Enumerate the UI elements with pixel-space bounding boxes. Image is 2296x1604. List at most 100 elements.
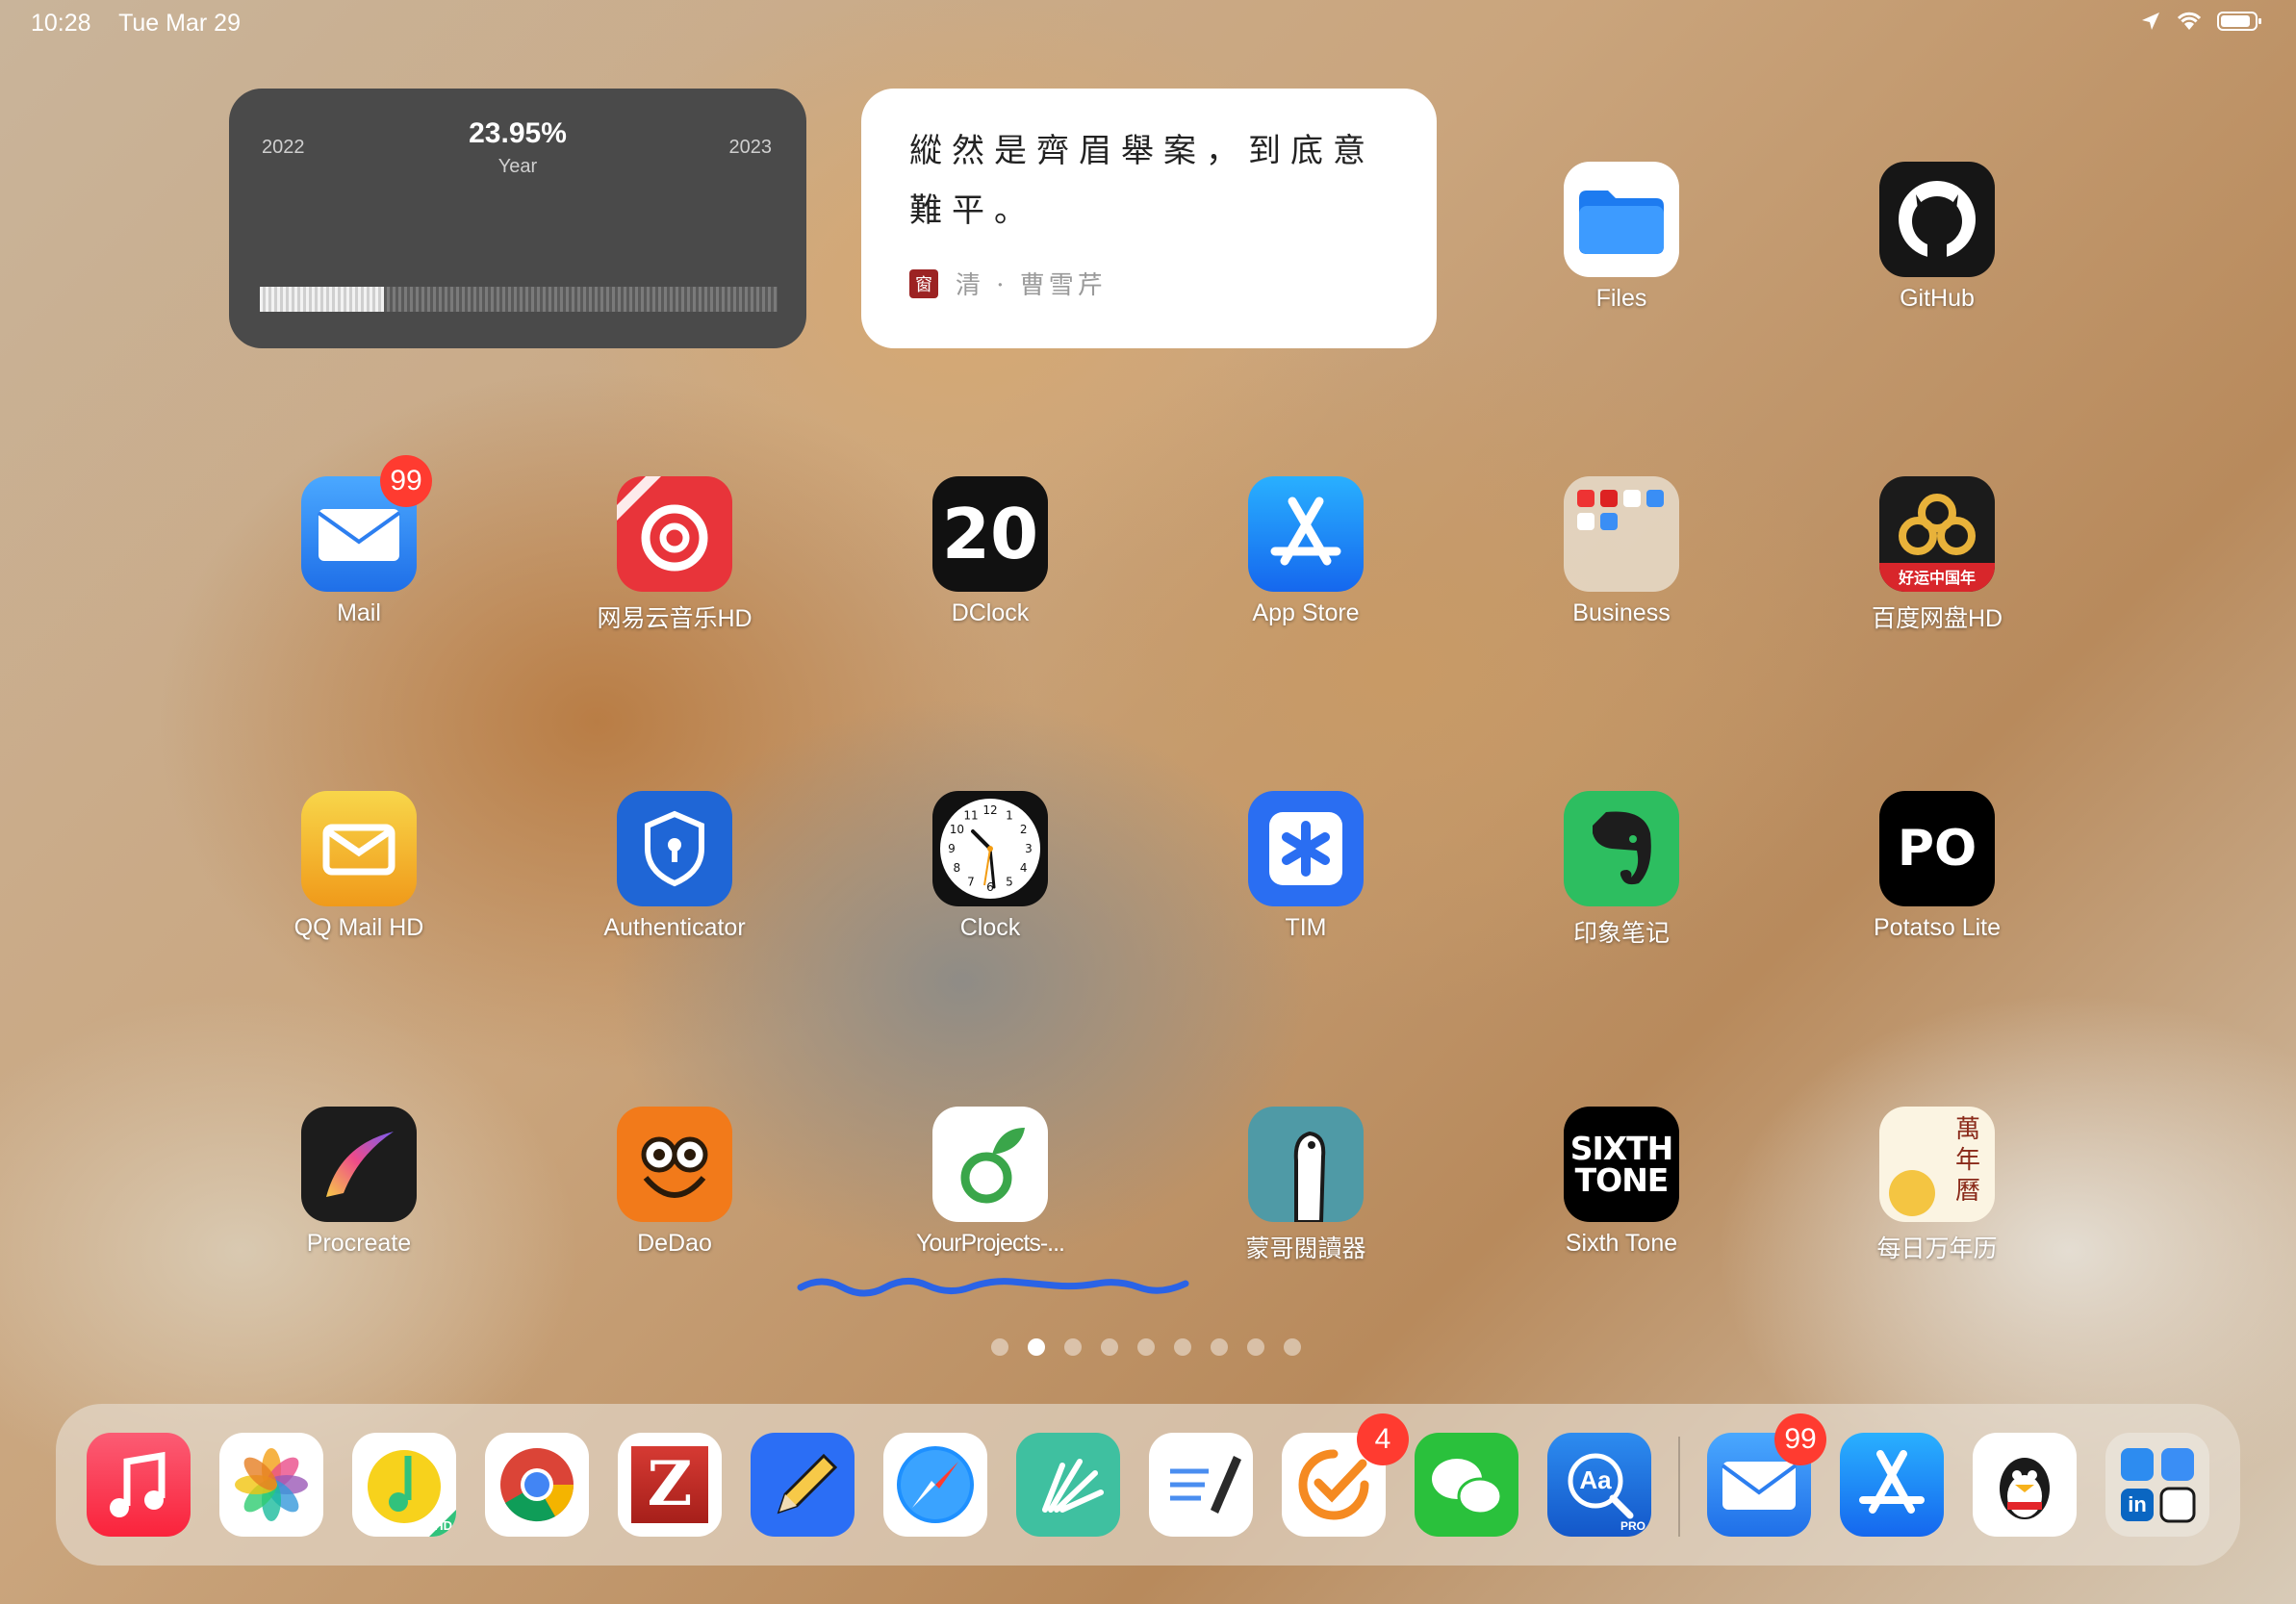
page-dot[interactable] (1247, 1338, 1264, 1356)
dock-qq-music-hd[interactable]: HD (352, 1433, 456, 1537)
dclock-glyph: 20 (941, 494, 1039, 574)
app-meerkat-reader[interactable]: 蒙哥閱讀器 (1190, 1107, 1421, 1264)
app-potatso-lite[interactable]: PO Potatso Lite (1822, 791, 2053, 942)
app-baidu-netdisk-hd[interactable]: 好运中国年 百度网盘HD (1822, 476, 2053, 634)
zotero-glyph: Z (647, 1448, 693, 1520)
baidu-netdisk-icon: 好运中国年 (1879, 476, 1995, 592)
widget-end-year: 2023 (728, 137, 773, 158)
year-progress-bar (260, 287, 778, 312)
dedao-owl-icon (617, 1107, 732, 1222)
app-label: DeDao (637, 1230, 712, 1257)
dock-music[interactable] (87, 1433, 191, 1537)
folder-business[interactable]: Business (1506, 476, 1737, 627)
page-dot[interactable] (1174, 1338, 1191, 1356)
sixth-tone-icon: SIXTH TONE (1564, 1107, 1679, 1222)
widget-percent: 23.95% (469, 117, 567, 149)
app-sixth-tone[interactable]: SIXTH TONE Sixth Tone (1506, 1107, 1737, 1258)
dock-app-library[interactable]: in (2105, 1433, 2209, 1537)
notes-pen-icon (1170, 1456, 1241, 1514)
page-dot[interactable] (1064, 1338, 1082, 1356)
app-app-store[interactable]: App Store (1190, 476, 1421, 627)
dock-separator (1678, 1437, 1680, 1537)
clock-numeral: 1 (1006, 808, 1013, 822)
dock-dictionary[interactable]: Aa PRO (1547, 1433, 1651, 1537)
app-clock[interactable]: 12 1 2 3 4 5 6 7 8 9 10 11 Clock (875, 791, 1106, 942)
dock-wechat[interactable] (1415, 1433, 1518, 1537)
zotero-icon: Z (631, 1446, 708, 1523)
app-label: Sixth Tone (1565, 1230, 1678, 1257)
app-qq-mail-hd[interactable]: QQ Mail HD (243, 791, 474, 942)
app-store-icon (1248, 476, 1364, 592)
github-icon (1879, 162, 1995, 277)
app-mail[interactable]: 99 Mail (243, 455, 474, 627)
app-label: Files (1595, 285, 1647, 312)
dclock-icon: 20 (932, 476, 1048, 592)
potatso-icon: PO (1879, 791, 1995, 906)
app-label: Business (1572, 599, 1671, 626)
app-label: 蒙哥閱讀器 (1245, 1235, 1366, 1262)
app-label: Potatso Lite (1873, 914, 2002, 941)
evernote-icon (1564, 791, 1679, 906)
wechat-icon (1432, 1459, 1503, 1515)
poem-widget[interactable]: 縱然是齊眉舉案，到底意難平。 窗 清 · 曹雪芹 (861, 89, 1437, 348)
status-date: Tue Mar 29 (118, 10, 241, 37)
status-icons (2140, 10, 2263, 33)
app-label: App Store (1252, 599, 1360, 626)
page-dot[interactable] (1101, 1338, 1118, 1356)
dock-chrome[interactable] (485, 1433, 589, 1537)
clock-icon: 12 1 2 3 4 5 6 7 8 9 10 11 (932, 791, 1048, 906)
calendar-glyph: 萬年曆 (1954, 1115, 1980, 1206)
ticktick-badge: 4 (1357, 1413, 1409, 1465)
page-indicator[interactable] (991, 1338, 1301, 1356)
app-label: 印象笔记 (1572, 920, 1670, 947)
dictionary-pro-tag: PRO (1620, 1519, 1645, 1533)
dock-app-store[interactable] (1840, 1433, 1944, 1537)
status-time: 10:28 (31, 10, 91, 37)
meerkat-icon (1248, 1107, 1364, 1222)
dock: HD Z 4 Aa PRO 99 in (56, 1404, 2240, 1566)
app-authenticator[interactable]: Authenticator (559, 791, 790, 942)
app-label: DClock (951, 599, 1030, 626)
clock-numeral: 10 (950, 823, 964, 836)
scribble-annotation (797, 1278, 1189, 1297)
page-dot[interactable] (1137, 1338, 1155, 1356)
yourprojects-leaf-icon (932, 1107, 1048, 1222)
clock-numeral: 2 (1020, 823, 1028, 836)
dock-notes-pen[interactable] (1149, 1433, 1253, 1537)
dock-zotero[interactable]: Z (618, 1433, 722, 1537)
page-dot[interactable] (991, 1338, 1008, 1356)
year-progress-fill (260, 287, 384, 312)
photos-icon (235, 1448, 308, 1521)
app-label: Procreate (306, 1230, 412, 1257)
tim-icon (1248, 791, 1364, 906)
app-tim[interactable]: TIM (1190, 791, 1421, 942)
app-yourprojects[interactable]: YourProjects-... (875, 1107, 1106, 1258)
year-progress-widget[interactable]: 2022 23.95% Year 2023 (229, 89, 806, 348)
dock-pencil-notes[interactable] (751, 1433, 855, 1537)
status-bar: 10:28 Tue Mar 29 (31, 10, 262, 38)
linkedin-glyph: in (2128, 1492, 2147, 1516)
dock-photos[interactable] (219, 1433, 323, 1537)
clock-numeral: 7 (967, 876, 975, 889)
dock-safari[interactable] (883, 1433, 987, 1537)
flowers-icon (1042, 1459, 1104, 1513)
dictionary-glyph: Aa (1579, 1465, 1612, 1494)
clock-numeral: 8 (954, 861, 961, 875)
dock-qq[interactable] (1973, 1433, 2077, 1537)
app-dedao[interactable]: DeDao (559, 1107, 790, 1258)
app-label: Clock (959, 914, 1021, 941)
app-github[interactable]: GitHub (1822, 162, 2053, 313)
page-dot[interactable] (1284, 1338, 1301, 1356)
clock-numeral: 12 (982, 803, 997, 817)
app-netease-music-hd[interactable]: 网易云音乐HD (559, 476, 790, 634)
page-dot[interactable] (1211, 1338, 1228, 1356)
page-dot[interactable] (1028, 1338, 1045, 1356)
app-files[interactable]: Files (1506, 162, 1737, 313)
app-evernote[interactable]: 印象笔记 (1506, 791, 1737, 949)
app-label: 每日万年历 (1876, 1235, 1998, 1262)
app-label: YourProjects-... (916, 1230, 1065, 1257)
dock-flowers-app[interactable] (1016, 1433, 1120, 1537)
app-daily-calendar[interactable]: 萬年曆 每日万年历 (1822, 1107, 2053, 1264)
app-procreate[interactable]: Procreate (243, 1107, 474, 1258)
app-dclock[interactable]: 20 DClock (875, 476, 1106, 627)
